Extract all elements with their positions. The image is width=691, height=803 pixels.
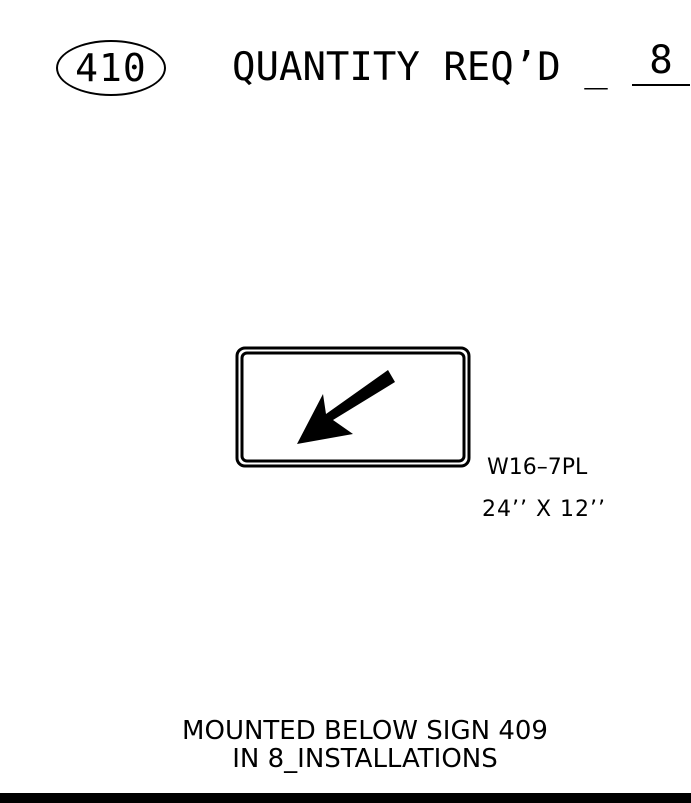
quantity-value-underline (632, 84, 690, 86)
warning-plaque-sign (235, 346, 471, 475)
quantity-required-label: QUANTITY REQ’D _ (232, 45, 608, 90)
sign-code-label: W16–7PL (487, 455, 588, 480)
bottom-border-line (0, 793, 691, 803)
quantity-required-value: 8 (649, 38, 673, 83)
sign-size-label: 24’’ X 12’’ (482, 497, 607, 522)
mounting-note-line-1: MOUNTED BELOW SIGN 409 (182, 716, 548, 746)
mounting-note-line-2: IN 8_INSTALLATIONS (232, 744, 498, 774)
sign-number-badge: 410 (56, 40, 166, 96)
sign-number-text: 410 (75, 46, 147, 90)
